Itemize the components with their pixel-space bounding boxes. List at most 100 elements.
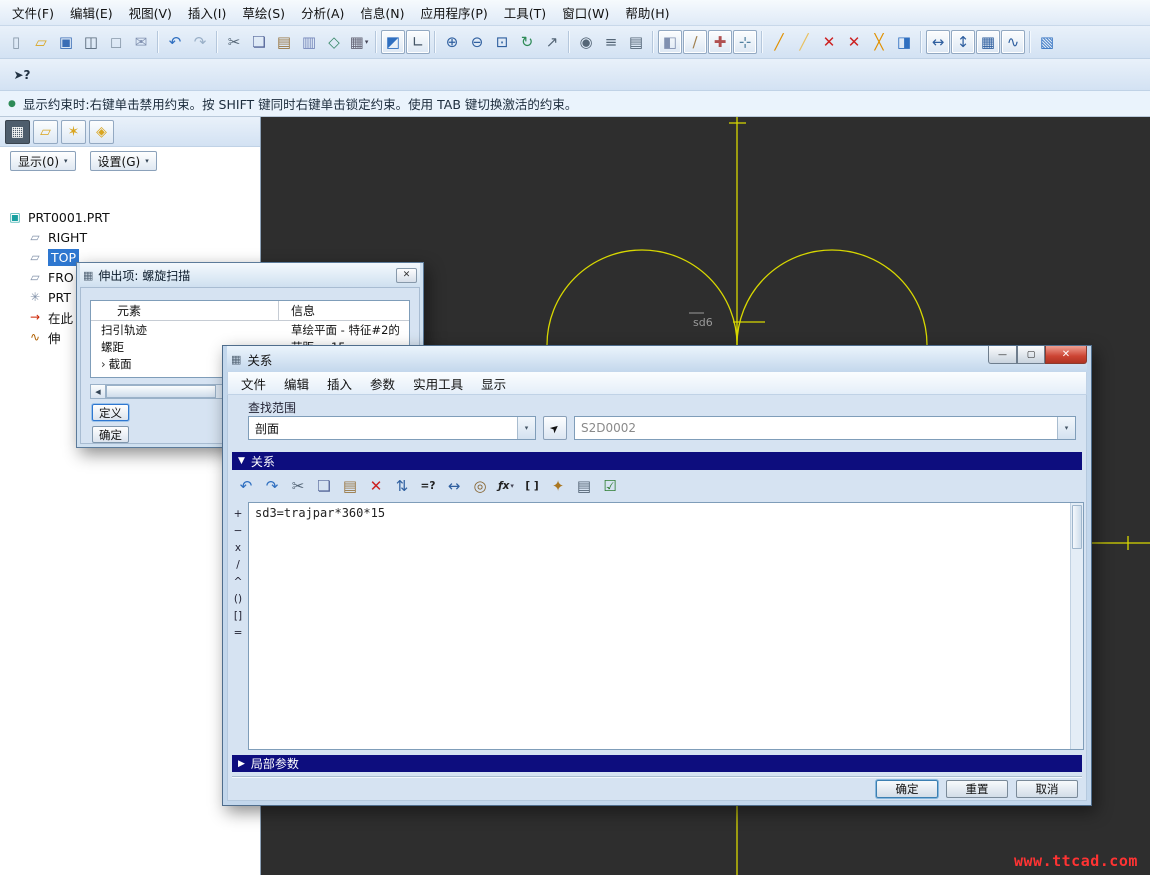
- relations-dialog-titlebar[interactable]: ▦ 关系 — ▢ ✕: [227, 346, 1087, 372]
- menu-item[interactable]: 窗口(W): [554, 0, 617, 26]
- datum-axes-icon[interactable]: ∕: [683, 30, 707, 54]
- operator-button[interactable]: (): [229, 590, 247, 607]
- operator-button[interactable]: x: [229, 539, 247, 556]
- redo-icon[interactable]: ↷: [260, 474, 284, 498]
- scroll-left-icon[interactable]: ◀: [91, 385, 106, 398]
- menu-item[interactable]: 插入(I): [180, 0, 234, 26]
- zoom-out-icon[interactable]: ⊖: [465, 30, 489, 54]
- copy-icon[interactable]: ❏: [312, 474, 336, 498]
- graph-icon[interactable]: ∿: [1001, 30, 1025, 54]
- menu-item[interactable]: 视图(V): [121, 0, 180, 26]
- menu-item[interactable]: 编辑(E): [62, 0, 121, 26]
- ok-button[interactable]: 确定: [876, 780, 938, 798]
- copy-icon[interactable]: ❏: [247, 30, 271, 54]
- sort-relations-icon[interactable]: ⇅: [390, 474, 414, 498]
- datum-planes-icon[interactable]: ◧: [658, 30, 682, 54]
- lookup-icon[interactable]: ◎: [468, 474, 492, 498]
- evaluate-icon[interactable]: =?: [416, 474, 440, 498]
- print-preview-icon[interactable]: ◻: [104, 30, 128, 54]
- saved-views-icon[interactable]: ◉: [574, 30, 598, 54]
- tree-item[interactable]: ▱RIGHT: [0, 227, 260, 247]
- repaint-icon[interactable]: ↻: [515, 30, 539, 54]
- reorient-icon[interactable]: ↗: [540, 30, 564, 54]
- line-tool-icon[interactable]: ╱: [767, 30, 791, 54]
- operator-button[interactable]: =: [229, 624, 247, 641]
- divide-entity-icon[interactable]: ╳: [867, 30, 891, 54]
- maximize-button[interactable]: ▢: [1017, 346, 1045, 364]
- redo-icon[interactable]: ↷: [188, 30, 212, 54]
- context-help-icon[interactable]: ➤?: [6, 63, 38, 87]
- ok-button[interactable]: 确定: [92, 426, 129, 443]
- menu-item[interactable]: 工具(T): [496, 0, 554, 26]
- favorites-tab[interactable]: ✶: [61, 120, 86, 144]
- show-dropdown-button[interactable]: 显示(0) ▾: [10, 151, 76, 171]
- new-file-icon[interactable]: ▯: [4, 30, 28, 54]
- zoom-in-icon[interactable]: ⊕: [440, 30, 464, 54]
- pattern-icon[interactable]: ▦: [976, 30, 1000, 54]
- paste-special-icon[interactable]: ▥: [297, 30, 321, 54]
- tree-item[interactable]: ▣PRT0001.PRT: [0, 207, 260, 227]
- partial-toolbar-icon[interactable]: ▧: [1035, 30, 1059, 54]
- reset-button[interactable]: 重置: [946, 780, 1008, 798]
- cancel-button[interactable]: 取消: [1016, 780, 1078, 798]
- undo-icon[interactable]: ↶: [234, 474, 258, 498]
- grid-settings-icon[interactable]: ▦▾: [347, 30, 371, 54]
- cut-icon[interactable]: ✂: [222, 30, 246, 54]
- model-combobox[interactable]: S2D0002 ▾: [574, 416, 1076, 440]
- sketch-setup-icon[interactable]: ◩: [381, 30, 405, 54]
- menu-item[interactable]: 文件: [232, 371, 275, 396]
- layers-icon[interactable]: ≡: [599, 30, 623, 54]
- chevron-down-icon[interactable]: ▾: [510, 482, 514, 490]
- feature-dialog-titlebar[interactable]: ▦ 伸出项: 螺旋扫描 ✕: [80, 263, 420, 287]
- element-row[interactable]: 扫引轨迹草绘平面 - 特征#2的: [91, 321, 409, 338]
- menu-item[interactable]: 参数: [361, 371, 404, 396]
- cut-icon[interactable]: ✂: [286, 474, 310, 498]
- report-icon[interactable]: ▤: [572, 474, 596, 498]
- save-icon[interactable]: ▣: [54, 30, 78, 54]
- menu-item[interactable]: 显示: [472, 371, 515, 396]
- relations-editor[interactable]: sd3=trajpar*360*15: [248, 502, 1084, 750]
- select-special-icon[interactable]: ◇: [322, 30, 346, 54]
- scrollbar-thumb[interactable]: [106, 385, 216, 398]
- view-manager-icon[interactable]: ▤: [624, 30, 648, 54]
- brackets-icon[interactable]: [ ]: [520, 474, 544, 498]
- delete-segment-icon[interactable]: ✕: [817, 30, 841, 54]
- chevron-down-icon[interactable]: ▾: [365, 38, 369, 46]
- operator-button[interactable]: −: [229, 522, 247, 539]
- centerline-tool-icon[interactable]: ╱: [792, 30, 816, 54]
- verify-icon[interactable]: ☑: [598, 474, 622, 498]
- menu-item[interactable]: 应用程序(P): [413, 0, 496, 26]
- settings-dropdown-button[interactable]: 设置(G) ▾: [90, 151, 157, 171]
- send-icon[interactable]: ✉: [129, 30, 153, 54]
- scope-combobox[interactable]: 剖面 ▾: [248, 416, 536, 440]
- units-icon[interactable]: ↔: [442, 474, 466, 498]
- select-arrow-button[interactable]: ➤: [543, 416, 567, 440]
- scrollbar-thumb[interactable]: [1072, 505, 1082, 549]
- operator-button[interactable]: []: [229, 607, 247, 624]
- menu-item[interactable]: 文件(F): [4, 0, 62, 26]
- local-params-section-header[interactable]: ▶ 局部参数: [232, 755, 1082, 772]
- menu-item[interactable]: 插入: [318, 371, 361, 396]
- model-tree-tab[interactable]: ▦: [5, 120, 30, 144]
- menu-item[interactable]: 草绘(S): [234, 0, 293, 26]
- zoom-fit-icon[interactable]: ⊡: [490, 30, 514, 54]
- open-icon[interactable]: ▱: [29, 30, 53, 54]
- menu-item[interactable]: 实用工具: [404, 371, 472, 396]
- vertical-scrollbar[interactable]: [1070, 503, 1083, 749]
- dim-vertical-icon[interactable]: ↕: [951, 30, 975, 54]
- chevron-down-icon[interactable]: ▾: [517, 417, 535, 439]
- menu-item[interactable]: 分析(A): [293, 0, 352, 26]
- menu-item[interactable]: 编辑: [275, 371, 318, 396]
- sketch-orient-icon[interactable]: ∟: [406, 30, 430, 54]
- folder-browser-tab[interactable]: ▱: [33, 120, 58, 144]
- close-button[interactable]: ✕: [1045, 346, 1087, 364]
- paste-icon[interactable]: ▤: [272, 30, 296, 54]
- menu-item[interactable]: 信息(N): [352, 0, 412, 26]
- close-button[interactable]: ✕: [396, 268, 417, 283]
- operator-button[interactable]: ^: [229, 573, 247, 590]
- paste-icon[interactable]: ▤: [338, 474, 362, 498]
- insert-function-icon[interactable]: ƒx▾: [494, 474, 518, 498]
- print-icon[interactable]: ◫: [79, 30, 103, 54]
- select-parameter-icon[interactable]: ✦: [546, 474, 570, 498]
- history-tab[interactable]: ◈: [89, 120, 114, 144]
